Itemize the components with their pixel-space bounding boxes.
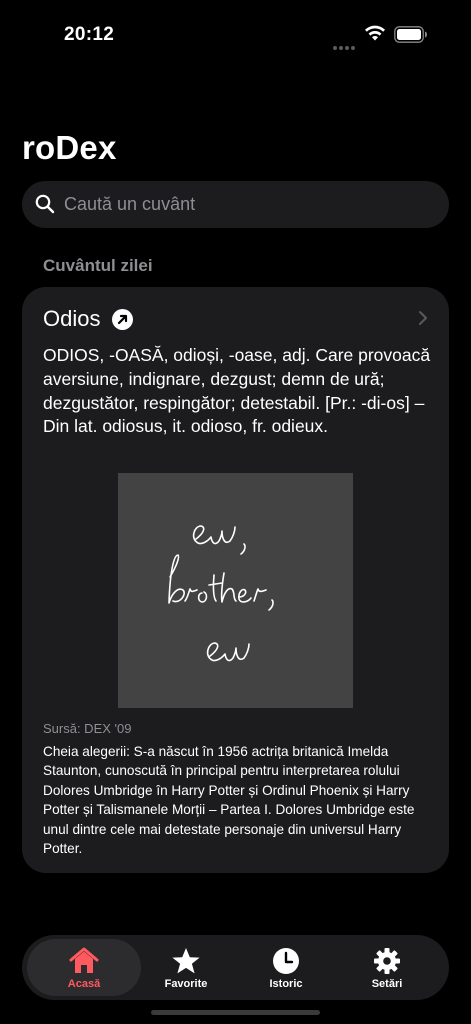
definition-source: Sursă: DEX '09 xyxy=(43,721,132,736)
tab-home[interactable]: Acasă xyxy=(27,939,141,996)
word-of-day-card[interactable]: Odios ODIOS, -OASĂ, odioși, -oase, adj. … xyxy=(22,287,449,873)
choice-explanation: Cheia alegerii: S-a născut în 1956 actri… xyxy=(43,744,415,857)
word-definition: ODIOS, -OASĂ, odioși, -oase, adj. Care p… xyxy=(43,345,431,437)
tab-label: Setări xyxy=(371,978,403,990)
search-bar[interactable] xyxy=(22,181,449,228)
arrow-up-right-circle-icon[interactable] xyxy=(112,308,134,330)
status-time: 20:12 xyxy=(64,24,115,45)
tab-label: Favorite xyxy=(164,978,208,990)
tab-settings[interactable]: Setări xyxy=(337,939,437,996)
wifi-icon xyxy=(364,24,386,47)
gear-icon xyxy=(373,946,401,976)
tab-label: Acasă xyxy=(67,978,101,990)
signal-dots-icon xyxy=(333,37,359,50)
status-bar: 20:12 xyxy=(0,0,471,70)
section-header-word-of-day: Cuvântul zilei xyxy=(43,256,153,275)
star-icon xyxy=(171,946,201,976)
tab-favorites[interactable]: Favorite xyxy=(136,939,236,996)
page-title: roDex xyxy=(22,129,117,166)
search-input[interactable] xyxy=(64,181,434,228)
tab-label: Istoric xyxy=(269,978,303,990)
battery-icon xyxy=(394,26,428,48)
search-icon xyxy=(35,194,55,219)
home-indicator xyxy=(151,1010,320,1015)
word-title: Odios xyxy=(43,306,101,331)
word-image xyxy=(118,473,353,708)
tab-bar: Acasă Favorite Istoric Setări xyxy=(22,935,449,1000)
clock-icon xyxy=(272,946,300,976)
word-title-row: Odios xyxy=(43,304,134,334)
house-icon xyxy=(68,946,100,976)
tab-history[interactable]: Istoric xyxy=(236,939,336,996)
chevron-right-icon[interactable] xyxy=(418,310,428,331)
